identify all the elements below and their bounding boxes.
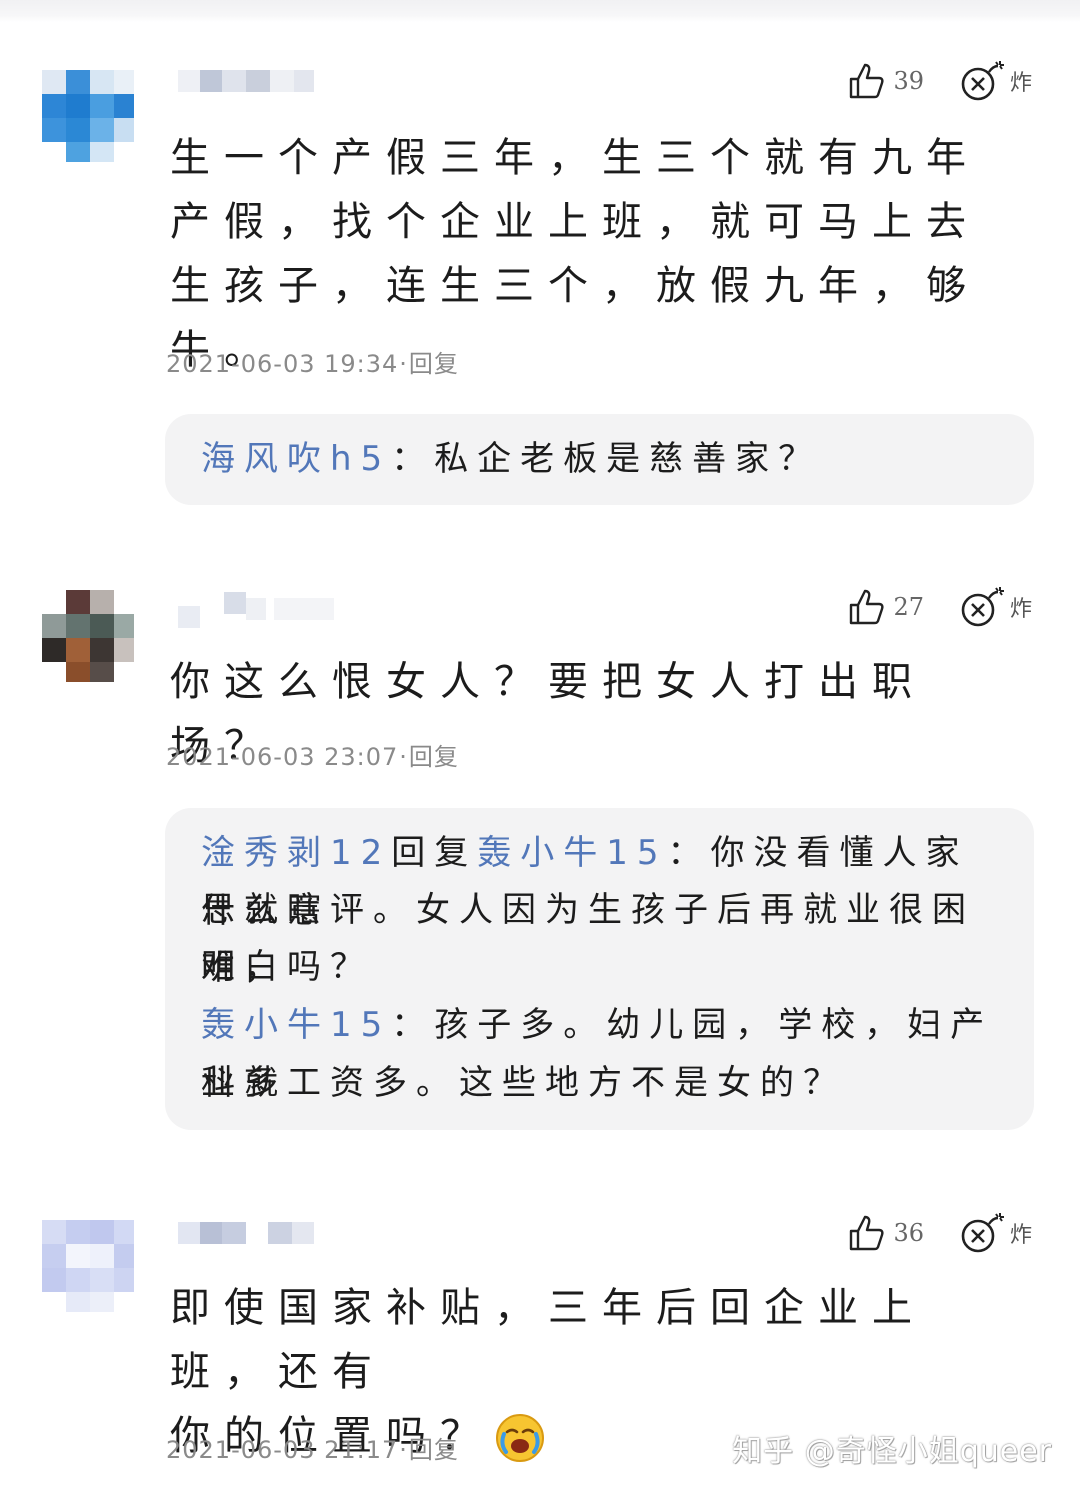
watermark: 知乎 @奇怪小姐queer — [732, 1434, 1052, 1469]
reply-sep: ： — [667, 833, 711, 873]
like-count: 36 — [893, 1219, 924, 1247]
like-button[interactable]: 39 — [847, 61, 924, 101]
meta-dot: · — [399, 1436, 408, 1464]
username-blurred[interactable] — [178, 1222, 328, 1246]
meta-dot: · — [399, 350, 408, 378]
reply-line: 业多工资多。这些地方不是女的？ — [201, 1063, 846, 1103]
reply-target[interactable]: 轰小牛15 — [477, 833, 667, 873]
comment-actions: 36 炸 — [847, 1210, 1032, 1256]
reply-box[interactable]: 淦秀剥12回复轰小牛15：你没看懂人家什么意 思就瞎评。女人因为生孩子后再就业很… — [165, 808, 1034, 1130]
like-count: 27 — [893, 593, 924, 621]
timestamp: 2021-06-03 21:17 — [166, 1436, 399, 1464]
meta-dot: · — [399, 743, 408, 771]
crying-face-emoji-icon — [496, 1414, 544, 1462]
timestamp: 2021-06-03 19:34 — [166, 350, 399, 378]
thumbs-up-icon — [850, 1215, 885, 1251]
reply-text: 私企老板是慈善家？ — [434, 439, 822, 479]
avatar[interactable] — [42, 70, 134, 162]
like-button[interactable]: 36 — [847, 1213, 924, 1253]
reply-link[interactable]: 回复 — [409, 1436, 459, 1464]
bomb-button[interactable]: 炸 — [958, 584, 1032, 630]
reply-author[interactable]: 轰小牛15 — [201, 1005, 391, 1045]
reply-author[interactable]: 淦秀剥12 — [201, 833, 391, 873]
bomb-icon — [961, 61, 1004, 101]
comment-text-line: 即使国家补贴，三年后回企业上班，还有 — [170, 1285, 926, 1395]
reply-sep: ： — [391, 439, 435, 479]
reply-line: 海风吹h5：私企老板是慈善家？ — [201, 430, 1001, 488]
reply-line: 明白吗？ — [201, 947, 373, 987]
username-blurred[interactable] — [178, 592, 334, 628]
comment-actions: 27 炸 — [847, 584, 1032, 630]
bomb-label: 炸 — [1009, 597, 1032, 622]
thumbs-up-icon — [850, 63, 885, 99]
bomb-button[interactable]: 炸 — [958, 1210, 1032, 1256]
reply-link[interactable]: 回复 — [409, 743, 459, 771]
username-blurred[interactable] — [178, 70, 328, 94]
reply-author[interactable]: 海风吹h5 — [201, 439, 391, 479]
comment-meta: 2021-06-03 23:07·回复 — [166, 737, 459, 772]
top-divider — [0, 0, 1080, 22]
comment-actions: 39 炸 — [847, 58, 1032, 104]
bomb-button[interactable]: 炸 — [958, 58, 1032, 104]
reply-mid: 回复 — [391, 833, 478, 873]
bomb-icon — [961, 1213, 1004, 1253]
like-button[interactable]: 27 — [847, 587, 924, 627]
reply-sep: ： — [391, 1005, 435, 1045]
avatar[interactable] — [42, 1220, 134, 1312]
reply-box[interactable]: 海风吹h5：私企老板是慈善家？ — [165, 414, 1034, 505]
like-count: 39 — [893, 67, 924, 95]
comment-meta: 2021-06-03 19:34·回复 — [166, 344, 459, 379]
comment-meta: 2021-06-03 21:17·回复 — [166, 1430, 459, 1465]
avatar[interactable] — [42, 590, 134, 682]
bomb-label: 炸 — [1009, 71, 1032, 96]
reply-link[interactable]: 回复 — [409, 350, 459, 378]
timestamp: 2021-06-03 23:07 — [166, 743, 399, 771]
thumbs-up-icon — [850, 589, 885, 625]
bomb-icon — [961, 587, 1004, 627]
bomb-label: 炸 — [1009, 1223, 1032, 1248]
